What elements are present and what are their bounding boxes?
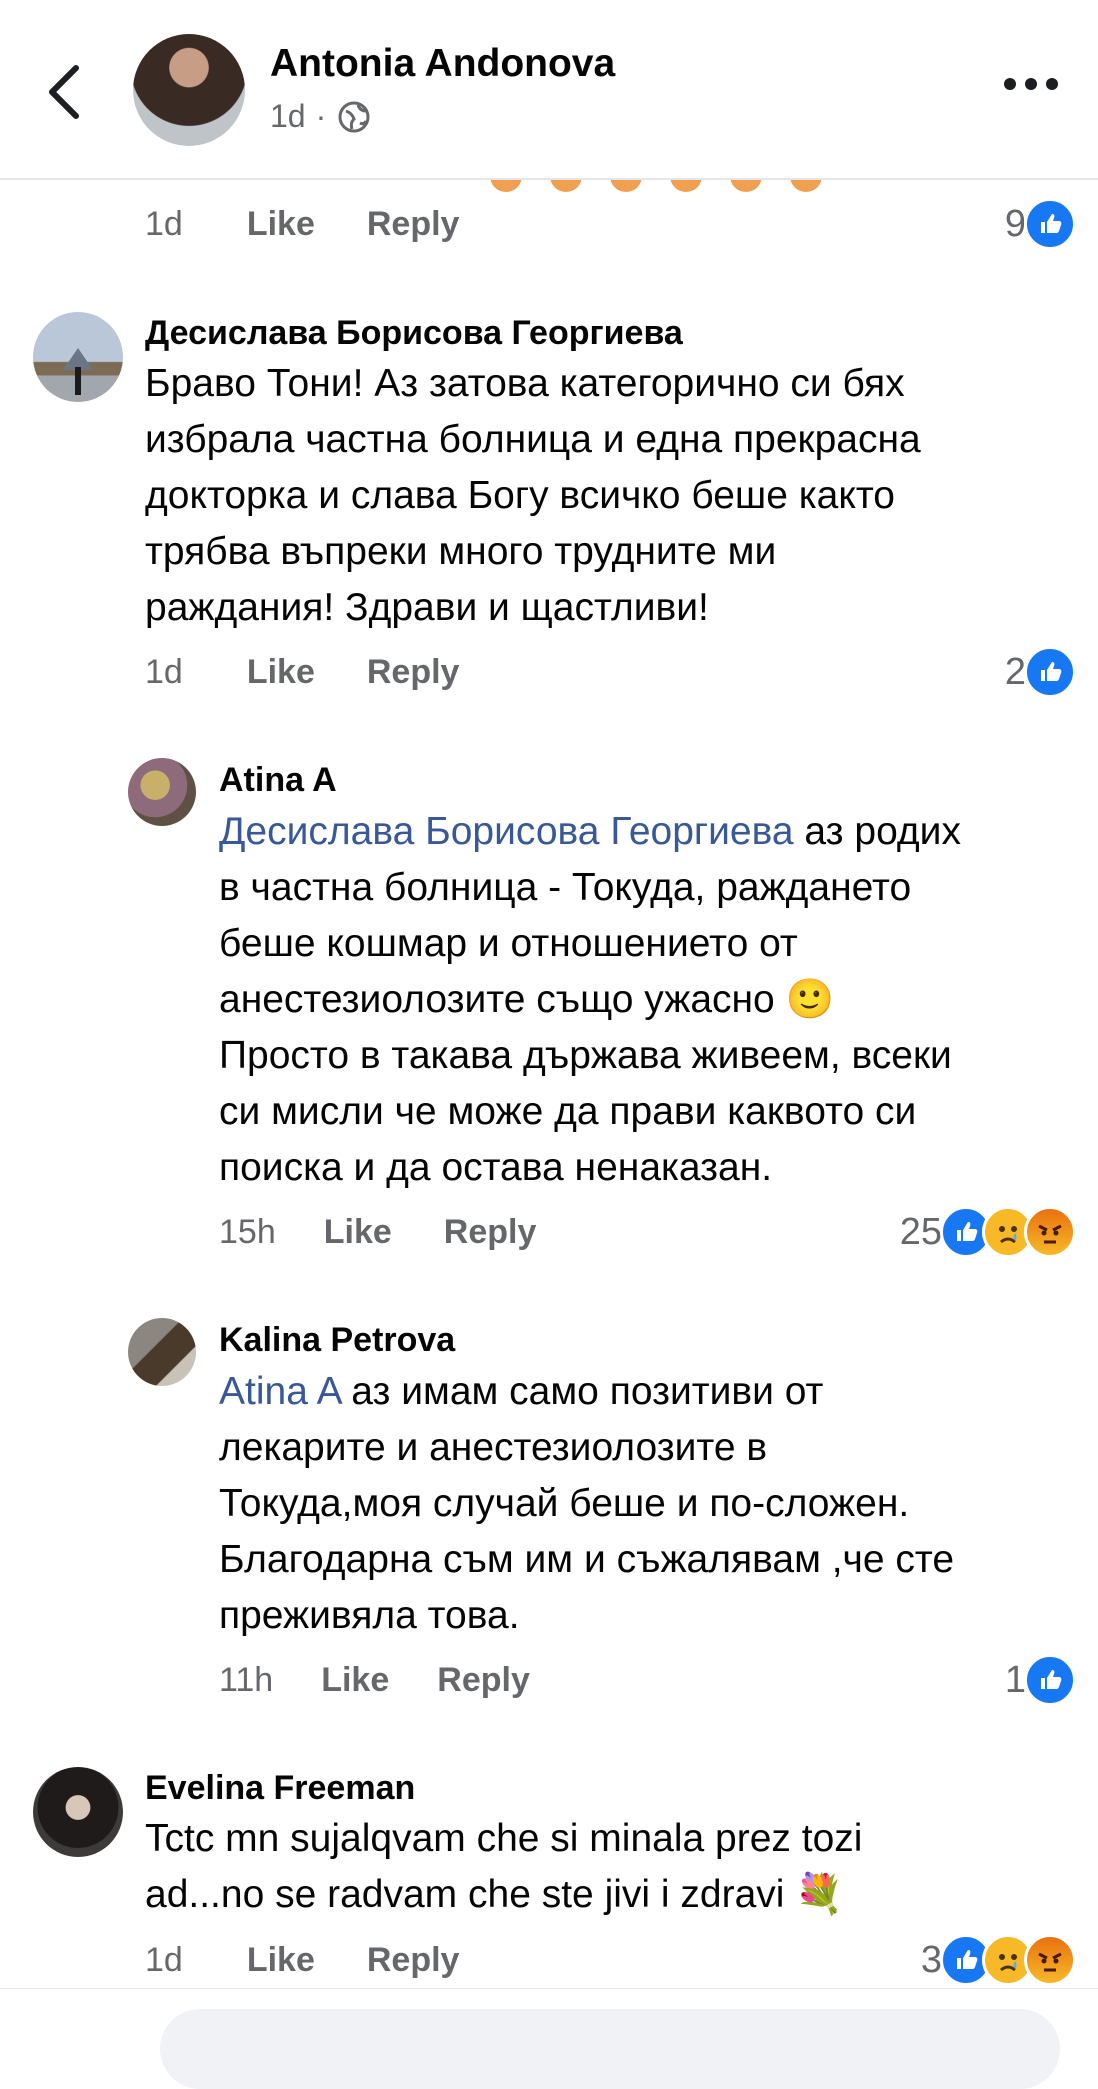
comment-input[interactable] — [160, 2009, 1060, 2089]
like-button[interactable]: Like — [247, 1941, 315, 1980]
mention-link[interactable]: Десислава Борисова Георгиева — [219, 810, 794, 853]
reaction-count: 2 — [1004, 650, 1026, 693]
comment-line: анестезиолозите също ужасно 🙂 — [219, 978, 835, 1021]
comment-text: Tctc mn sujalqvam che si minala prez toz… — [145, 1811, 1045, 1923]
comment-actions: 15h Like Reply — [219, 1213, 536, 1252]
reaction-summary[interactable]: 9 — [1005, 198, 1076, 250]
comment-line: Благодарна съм им и съжалявам ,че сте — [219, 1538, 955, 1581]
comment-author[interactable]: Evelina Freeman — [145, 1769, 415, 1808]
comment-text: Atina A аз имам само позитиви от лекарит… — [219, 1364, 1079, 1644]
like-reaction-icon — [1024, 198, 1076, 250]
comment-line: в частна болница - Токуда, раждането — [219, 866, 912, 909]
comment-line: ad...no se radvam che ste jivi i zdravi … — [145, 1873, 844, 1916]
reply-button[interactable]: Reply — [367, 653, 460, 692]
comment-actions: 1d Like Reply — [145, 653, 459, 692]
like-button[interactable]: Like — [247, 205, 315, 244]
reaction-count: 9 — [1004, 202, 1026, 245]
commenter-avatar[interactable] — [33, 1767, 123, 1857]
comment-line: Браво Тони! Аз затова категорично си бях — [145, 362, 905, 405]
comment-text: Браво Тони! Аз затова категорично си бях… — [145, 356, 1045, 636]
comment-actions: 1d Like Reply — [145, 1941, 459, 1980]
comment-actions: 11h Like Reply — [219, 1661, 530, 1700]
comment-time[interactable]: 15h — [219, 1213, 276, 1252]
comment-author[interactable]: Kalina Petrova — [219, 1321, 455, 1360]
comment-line: беше кошмар и отношението от — [219, 922, 798, 965]
meta-separator: · — [315, 98, 327, 134]
more-options-button[interactable] — [1004, 78, 1058, 90]
reaction-summary[interactable]: 25 — [900, 1206, 1076, 1258]
more-dot — [1046, 78, 1058, 90]
comment-time[interactable]: 11h — [219, 1661, 273, 1700]
commenter-avatar[interactable] — [33, 312, 123, 402]
comment-line-rest: аз имам само позитиви от — [340, 1370, 824, 1413]
like-button[interactable]: Like — [321, 1661, 389, 1700]
comment-author[interactable]: Atina A — [219, 761, 337, 800]
reaction-count: 1 — [1004, 1658, 1026, 1701]
comment-line: преживяла това. — [219, 1594, 520, 1637]
like-button[interactable]: Like — [324, 1213, 392, 1252]
comment-actions: 1d Like Reply — [145, 205, 459, 244]
comment-author[interactable]: Десислава Борисова Георгиева — [145, 314, 683, 353]
comment-line: трябва въпреки много трудните ми — [145, 530, 777, 573]
comment-line: поиска и да остава ненаказан. — [219, 1146, 773, 1189]
reply-button[interactable]: Reply — [367, 1941, 460, 1980]
post-meta: 1d · — [270, 98, 372, 135]
reaction-summary[interactable]: 3 — [921, 1934, 1076, 1986]
comment-line: Десислава Борисова Георгиева аз родих — [219, 804, 1079, 860]
post-header: Antonia Andonova 1d · — [0, 0, 1098, 180]
chevron-left-icon — [49, 65, 79, 119]
post-time[interactable]: 1d — [270, 98, 306, 135]
mention-link[interactable]: Atina A — [219, 1370, 340, 1413]
comment-line: Atina A аз имам само позитиви от — [219, 1364, 1079, 1420]
reaction-summary[interactable]: 2 — [1005, 646, 1076, 698]
comment-time[interactable]: 1d — [145, 1941, 183, 1980]
reaction-summary[interactable]: 1 — [1005, 1654, 1076, 1706]
comment-line: раждания! Здрави и щастливи! — [145, 586, 709, 629]
comment-line: Просто в такава държава живеем, всеки — [219, 1034, 952, 1077]
reply-button[interactable]: Reply — [437, 1661, 530, 1700]
comment-text: Десислава Борисова Георгиева аз родих в … — [219, 804, 1079, 1196]
back-button[interactable] — [40, 58, 92, 126]
reply-button[interactable]: Reply — [367, 205, 460, 244]
comment-line: докторка и слава Богу всичко беше както — [145, 474, 895, 517]
like-reaction-icon — [1024, 1654, 1076, 1706]
comment-line: Токуда,моя случай беше и по-сложен. — [219, 1482, 910, 1525]
comment-line: избрала частна болница и една прекрасна — [145, 418, 921, 461]
comment-line: си мисли че може да прави каквото си — [219, 1090, 917, 1133]
commenter-avatar[interactable] — [128, 758, 196, 826]
reaction-count: 25 — [899, 1210, 942, 1253]
reaction-count: 3 — [920, 1938, 942, 1981]
angry-reaction-icon — [1024, 1934, 1076, 1986]
more-dot — [1025, 78, 1037, 90]
post-author-name[interactable]: Antonia Andonova — [270, 42, 615, 86]
angry-reaction-icon — [1024, 1206, 1076, 1258]
more-dots-icon — [1004, 78, 1016, 90]
comment-composer — [0, 1988, 1098, 2089]
comment-time[interactable]: 1d — [145, 205, 183, 244]
reply-button[interactable]: Reply — [444, 1213, 537, 1252]
commenter-avatar[interactable] — [128, 1318, 196, 1386]
author-avatar[interactable] — [133, 34, 245, 146]
comment-time[interactable]: 1d — [145, 653, 183, 692]
comment-line: лекарите и анестезиолозите в — [219, 1426, 768, 1469]
globe-icon — [338, 101, 370, 132]
comment-line: Tctc mn sujalqvam che si minala prez toz… — [145, 1817, 863, 1860]
comment-line-rest: аз родих — [793, 810, 961, 853]
like-reaction-icon — [1024, 646, 1076, 698]
like-button[interactable]: Like — [247, 653, 315, 692]
